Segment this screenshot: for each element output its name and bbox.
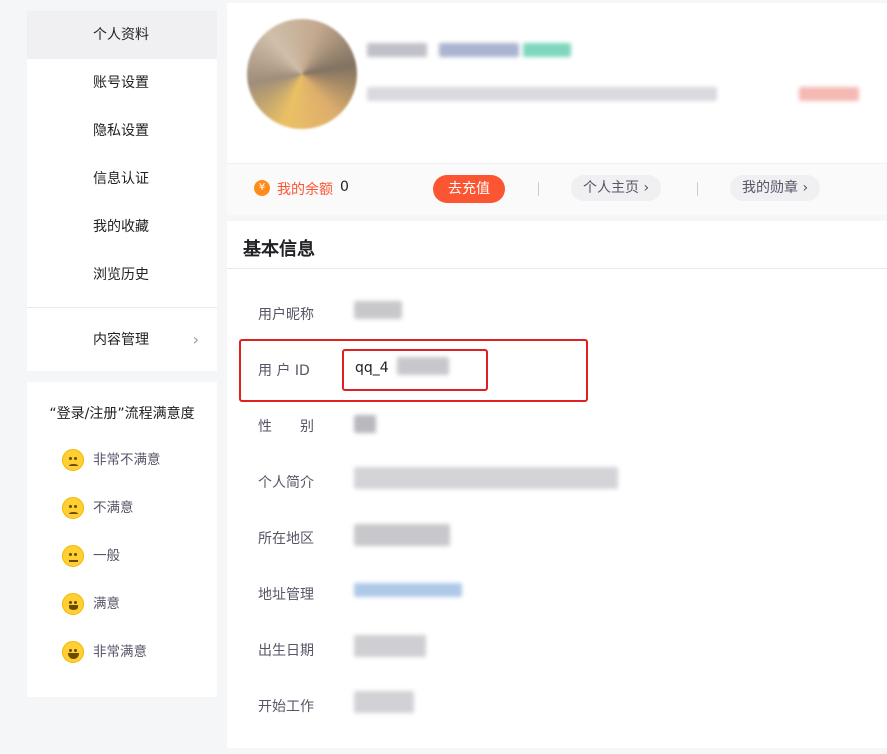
survey-option-label: 满意 — [93, 596, 120, 612]
address-link-redacted[interactable] — [354, 583, 462, 597]
homepage-button[interactable]: 个人主页 › — [571, 175, 662, 201]
username-redacted — [367, 43, 427, 57]
sidebar-divider — [27, 307, 217, 308]
profile-header-card: ¥ 我的余额 0 去充值 个人主页 › 我的勋章 › — [227, 3, 887, 215]
user-tag-redacted — [799, 87, 859, 101]
survey-option-label: 非常不满意 — [93, 452, 161, 468]
address-label: 地址管理 — [258, 587, 314, 603]
avatar[interactable] — [247, 19, 357, 129]
yen-coin-icon: ¥ — [254, 180, 270, 196]
survey-option-label: 不满意 — [93, 500, 134, 516]
work-start-value-redacted[interactable] — [354, 691, 414, 713]
survey-option-neutral[interactable]: 一般 — [62, 543, 120, 569]
user-level-redacted — [439, 43, 519, 57]
balance-label[interactable]: 我的余额 — [277, 179, 333, 199]
grin-face-icon — [62, 641, 84, 663]
angry-face-icon — [62, 449, 84, 471]
sidebar-item-content-management[interactable]: 内容管理 › — [27, 316, 217, 364]
survey-option-label: 一般 — [93, 548, 120, 564]
user-id-value: qq_4 — [355, 360, 389, 376]
region-label: 所在地区 — [258, 531, 314, 547]
survey-option-very-unsatisfied[interactable]: 非常不满意 — [62, 447, 161, 473]
balance-value: 0 — [340, 179, 349, 195]
sidebar-item-profile[interactable]: 个人资料 — [27, 11, 217, 59]
bio-value-redacted[interactable] — [354, 467, 618, 489]
survey-option-unsatisfied[interactable]: 不满意 — [62, 495, 134, 521]
bio-label: 个人简介 — [258, 475, 314, 491]
user-badge-redacted — [523, 43, 571, 57]
basic-info-card: 基本信息 用户昵称 用 户 ID qq_4 性 别 个人简介 所在地区 地址管理… — [227, 221, 887, 748]
section-title: 基本信息 — [243, 239, 315, 260]
survey-option-very-satisfied[interactable]: 非常满意 — [62, 639, 147, 665]
sidebar-item-account-settings[interactable]: 账号设置 — [27, 59, 217, 107]
birthday-value-redacted[interactable] — [354, 635, 426, 657]
recharge-button[interactable]: 去充值 — [433, 175, 505, 203]
user-id-label: 用 户 ID — [258, 363, 310, 379]
sidebar-item-privacy-settings[interactable]: 隐私设置 — [27, 107, 217, 155]
divider — [538, 182, 539, 196]
nickname-value-redacted[interactable] — [354, 301, 402, 319]
gender-value-redacted[interactable] — [354, 415, 376, 433]
sidebar-item-history[interactable]: 浏览历史 — [27, 251, 217, 299]
user-stats-redacted — [367, 87, 717, 101]
sidebar-item-verification[interactable]: 信息认证 — [27, 155, 217, 203]
divider — [697, 182, 698, 196]
region-value-redacted[interactable] — [354, 524, 450, 546]
smile-face-icon — [62, 593, 84, 615]
balance-bar: ¥ 我的余额 0 去充值 个人主页 › 我的勋章 › — [227, 163, 887, 215]
survey-option-label: 非常满意 — [93, 644, 147, 660]
satisfaction-survey: “登录/注册”流程满意度 非常不满意 不满意 一般 满意 非常满意 — [27, 382, 217, 697]
work-start-label: 开始工作 — [258, 699, 314, 715]
sidebar-item-favorites[interactable]: 我的收藏 — [27, 203, 217, 251]
user-id-redacted — [397, 357, 449, 375]
medals-button[interactable]: 我的勋章 › — [730, 175, 821, 201]
survey-option-satisfied[interactable]: 满意 — [62, 591, 120, 617]
birthday-label: 出生日期 — [258, 643, 314, 659]
neutral-face-icon — [62, 545, 84, 567]
section-divider — [227, 268, 887, 269]
sidebar-item-label: 内容管理 — [93, 332, 149, 348]
unhappy-face-icon — [62, 497, 84, 519]
sidebar-menu: 个人资料 账号设置 隐私设置 信息认证 我的收藏 浏览历史 内容管理 › — [27, 11, 217, 371]
chevron-right-icon: › — [192, 330, 199, 349]
nickname-label: 用户昵称 — [258, 307, 314, 323]
survey-title: “登录/注册”流程满意度 — [49, 406, 195, 422]
gender-label: 性 别 — [258, 419, 314, 435]
